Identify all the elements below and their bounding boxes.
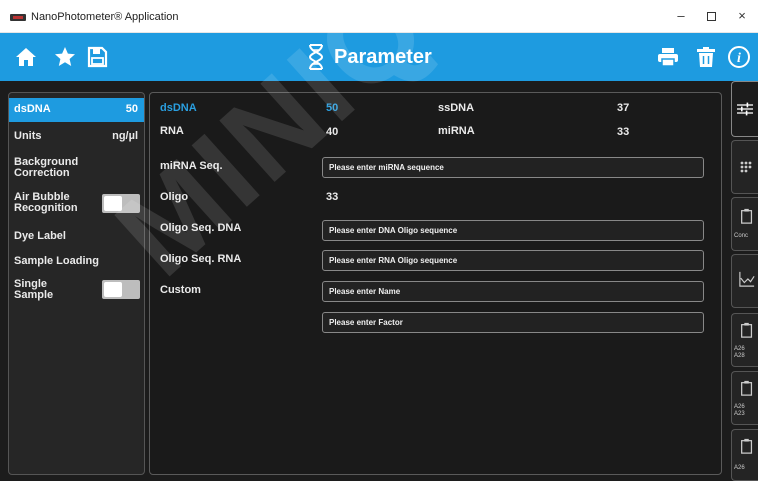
oligo-dna-input[interactable]	[322, 220, 704, 241]
oligo-rna-input[interactable]	[322, 250, 704, 271]
custom-label: Custom	[160, 284, 201, 296]
toolbar: Parameter i	[0, 33, 758, 81]
oligo-label: Oligo	[160, 191, 189, 203]
close-button[interactable]: ×	[732, 9, 752, 23]
printer-icon[interactable]	[656, 45, 680, 69]
mirna-label: miRNA	[438, 125, 475, 137]
microvolume-icon	[740, 161, 752, 173]
cuvette-icon	[741, 380, 753, 396]
sliders-icon	[737, 102, 753, 116]
app-logo-icon	[10, 14, 26, 21]
dsdna-label: dsDNA	[160, 102, 197, 114]
custom-factor-input[interactable]	[322, 312, 704, 333]
sidebar-item-label: Dye Label	[14, 230, 66, 242]
sidebar-item-units[interactable]: Units ng/µl	[9, 131, 144, 142]
save-icon[interactable]	[85, 45, 109, 69]
sidebar-item-sample-loading[interactable]: Sample Loading	[9, 256, 144, 267]
sidebar-item-dye-label[interactable]: Dye Label	[9, 231, 144, 242]
main-area: dsDNA 50 Units ng/µl Background Correcti…	[0, 81, 758, 481]
maximize-button[interactable]	[701, 9, 721, 23]
ssdna-label: ssDNA	[438, 102, 475, 114]
sidebar-item-label: Air Bubble Recognition	[14, 191, 78, 214]
toggle-knob	[104, 282, 122, 297]
page-title: Parameter	[334, 45, 432, 68]
rail-tab-a260[interactable]: A26	[731, 429, 758, 481]
cuvette-icon	[741, 438, 753, 454]
sidebar-item-value: ng/µl	[112, 130, 138, 142]
ssdna-value[interactable]: 37	[617, 102, 629, 114]
rail-tab-text: A26	[734, 465, 745, 471]
svg-text:i: i	[737, 51, 741, 66]
air-bubble-toggle[interactable]	[102, 194, 140, 213]
sidebar-item-single-sample[interactable]: Single Sample	[9, 279, 144, 301]
mirna-seq-label: miRNA Seq.	[160, 160, 223, 172]
info-icon[interactable]: i	[727, 45, 751, 69]
page-header: Parameter	[308, 43, 432, 71]
cuvette-icon	[741, 322, 753, 338]
rail-tab-microvolume[interactable]	[731, 140, 758, 194]
sidebar-item-label: dsDNA	[14, 103, 51, 115]
rail-tab-conc[interactable]: Conc	[731, 197, 758, 251]
rail-tab-text: A26 A23	[734, 404, 745, 417]
mirna-value[interactable]: 33	[617, 126, 629, 138]
oligo-rna-label: Oligo Seq. RNA	[160, 253, 242, 265]
star-icon[interactable]	[53, 45, 77, 69]
oligo-dna-label: Oligo Seq. DNA	[160, 222, 242, 234]
rail-tab-text: Conc	[734, 233, 749, 239]
sidebar: dsDNA 50 Units ng/µl Background Correcti…	[8, 92, 145, 475]
toggle-knob	[104, 196, 122, 211]
rail-tab-ratio-a260-a280[interactable]: A26 A28	[731, 313, 758, 367]
sidebar-item-label: Background Correction	[14, 156, 79, 179]
rail-tab-ratio-a260-a230[interactable]: A26 A23	[731, 371, 758, 425]
rail-tab-spectrum[interactable]	[731, 254, 758, 308]
sidebar-item-background-correction[interactable]: Background Correction	[9, 157, 109, 179]
sidebar-item-dsdna[interactable]: dsDNA 50	[9, 98, 144, 122]
trash-icon[interactable]	[694, 45, 718, 69]
rail-tab-text: A26 A28	[734, 346, 745, 359]
dna-icon	[308, 44, 324, 70]
sidebar-item-value: 50	[125, 103, 138, 115]
rna-value[interactable]: 40	[326, 126, 338, 138]
sidebar-item-air-bubble[interactable]: Air Bubble Recognition	[9, 192, 144, 214]
cuvette-icon	[741, 208, 753, 224]
rna-label: RNA	[160, 125, 184, 137]
sidebar-item-label: Sample Loading	[14, 255, 99, 267]
home-icon[interactable]	[14, 45, 38, 69]
dsdna-value[interactable]: 50	[326, 102, 338, 114]
window-title: NanoPhotometer® Application	[31, 11, 179, 23]
maximize-icon	[706, 12, 716, 22]
sidebar-item-label: Single Sample	[14, 278, 54, 301]
minimize-button[interactable]: –	[671, 9, 691, 23]
rail-tab-parameter[interactable]	[731, 81, 758, 137]
single-sample-toggle[interactable]	[102, 280, 140, 299]
factor-panel: dsDNA 50 ssDNA 37 RNA 40 miRNA 33 miRNA …	[149, 92, 722, 475]
custom-name-input[interactable]	[322, 281, 704, 302]
window-titlebar: NanoPhotometer® Application – ×	[0, 0, 758, 33]
spectrum-icon	[739, 271, 755, 287]
sidebar-item-label: Units	[14, 130, 42, 142]
oligo-value[interactable]: 33	[326, 191, 338, 203]
mirna-seq-input[interactable]	[322, 157, 704, 178]
